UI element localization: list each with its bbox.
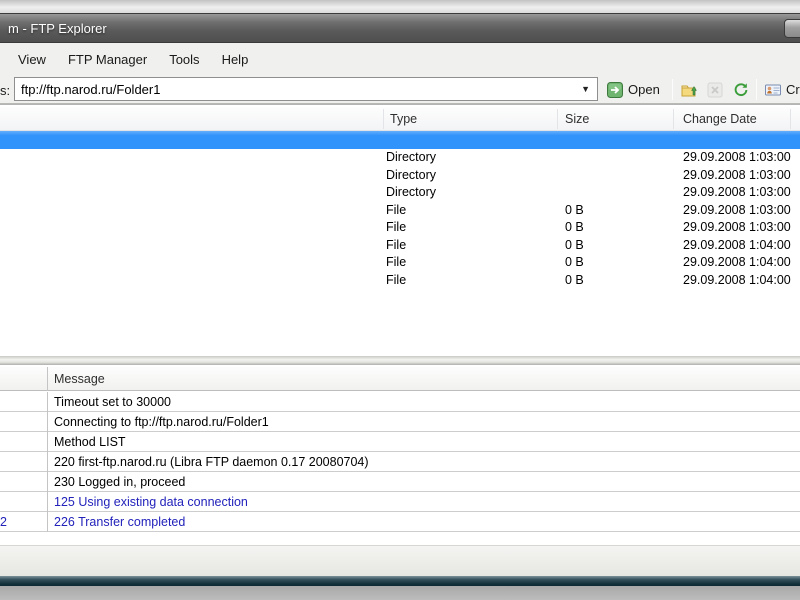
cancel-button xyxy=(702,77,728,102)
up-folder-button[interactable] xyxy=(676,77,702,102)
log-cell-message: 125 Using existing data connection xyxy=(54,495,248,509)
create-label: Cr xyxy=(786,82,800,97)
create-button[interactable]: Cr xyxy=(760,77,800,102)
file-rows: Directory 29.09.2008 1:03:00 Directory 29.0… xyxy=(0,131,800,289)
splitter-handle[interactable] xyxy=(0,356,800,365)
log-cell-left-fragment: 2 xyxy=(0,515,7,529)
window-titlebar[interactable]: m - FTP Explorer xyxy=(0,13,800,43)
file-cell-type: File xyxy=(386,237,407,252)
status-bar xyxy=(0,545,800,576)
log-cell-message: 230 Logged in, proceed xyxy=(54,475,186,489)
log-row[interactable]: 125 Using existing data connection xyxy=(0,492,800,512)
address-toolbar: s: ftp://ftp.narod.ru/Folder1 ▼ Open Cr xyxy=(0,75,800,104)
log-row[interactable]: Connecting to ftp://ftp.narod.ru/Folder1 xyxy=(0,412,800,432)
window-bottom-border xyxy=(0,576,800,586)
contact-card-icon xyxy=(765,84,781,95)
dropdown-arrow-icon[interactable]: ▼ xyxy=(581,84,590,94)
log-rows: Timeout set to 30000 Connecting to ftp://… xyxy=(0,392,800,532)
log-cell-left xyxy=(0,492,48,512)
refresh-icon xyxy=(734,82,748,96)
file-cell-type: Directory xyxy=(386,185,437,199)
file-cell-type: File xyxy=(386,272,407,287)
file-row[interactable]: File 0 B 29.09.2008 1:04:00 xyxy=(0,271,800,289)
column-header-type[interactable]: Type xyxy=(390,112,417,126)
toolbar-separator xyxy=(672,79,673,100)
file-row[interactable]: File 0 B 29.09.2008 1:03:00 xyxy=(0,201,800,219)
file-cell-date: 29.09.2008 1:03:00 xyxy=(683,167,791,182)
menu-tools[interactable]: Tools xyxy=(158,48,210,71)
log-cell-message: Connecting to ftp://ftp.narod.ru/Folder1 xyxy=(54,415,269,429)
file-cell-type: Directory xyxy=(386,150,437,164)
open-icon xyxy=(607,81,623,98)
address-value[interactable]: ftp://ftp.narod.ru/Folder1 xyxy=(21,82,160,97)
file-cell-date: 29.09.2008 1:03:00 xyxy=(683,220,791,234)
log-cell-left xyxy=(0,452,48,472)
log-cell-left xyxy=(0,412,48,432)
file-cell-date: 29.09.2008 1:04:00 xyxy=(683,255,791,269)
screen: m - FTP Explorer View FTP Manager Tools … xyxy=(0,0,800,600)
file-cell-date: 29.09.2008 1:03:00 xyxy=(683,202,791,217)
file-cell-date: 29.09.2008 1:03:00 xyxy=(683,150,791,164)
file-cell-type: File xyxy=(386,255,407,269)
refresh-button[interactable] xyxy=(728,77,754,102)
minimize-button[interactable] xyxy=(784,19,800,38)
log-row[interactable]: Method LIST xyxy=(0,432,800,452)
file-row[interactable]: Directory 29.09.2008 1:03:00 xyxy=(0,166,800,184)
file-cell-size: 0 B xyxy=(565,220,584,234)
folder-up-icon xyxy=(681,85,697,96)
cancel-icon xyxy=(707,82,723,97)
file-cell-size: 0 B xyxy=(565,272,584,287)
address-combobox[interactable]: ftp://ftp.narod.ru/Folder1 ▼ xyxy=(14,77,598,101)
log-row[interactable]: 220 first-ftp.narod.ru (Libra FTP daemon… xyxy=(0,452,800,472)
window-title: m - FTP Explorer xyxy=(8,21,107,36)
log-cell-message: Timeout set to 30000 xyxy=(54,395,171,409)
open-label: Open xyxy=(628,82,660,97)
file-row[interactable]: File 0 B 29.09.2008 1:03:00 xyxy=(0,219,800,237)
log-panel: Message Timeout set to 30000 Connecting t… xyxy=(0,365,800,545)
file-cell-date: 29.09.2008 1:04:00 xyxy=(683,272,791,287)
log-row[interactable]: 230 Logged in, proceed xyxy=(0,472,800,492)
column-header-change-date[interactable]: Change Date xyxy=(683,112,757,126)
file-row[interactable]: File 0 B 29.09.2008 1:04:00 xyxy=(0,254,800,272)
log-cell-message: 226 Transfer completed xyxy=(54,515,186,529)
log-column-left xyxy=(0,367,48,391)
file-cell-size: 0 B xyxy=(565,202,584,217)
menu-bar: View FTP Manager Tools Help xyxy=(0,43,800,75)
log-cell-message: Method LIST xyxy=(54,435,126,449)
log-cell-left: 2 xyxy=(0,512,48,532)
menu-view[interactable]: View xyxy=(7,48,57,71)
desktop-background-top xyxy=(0,0,800,13)
menu-ftp-manager[interactable]: FTP Manager xyxy=(57,48,158,71)
file-list: Type Size Change Date Directory 29.09.200… xyxy=(0,105,800,356)
file-row-selected[interactable] xyxy=(0,131,800,149)
file-cell-date: 29.09.2008 1:03:00 xyxy=(683,185,791,199)
file-row[interactable]: Directory 29.09.2008 1:03:00 xyxy=(0,149,800,167)
file-list-header[interactable]: Type Size Change Date xyxy=(0,107,800,131)
log-cell-left xyxy=(0,472,48,492)
desktop-background-bottom xyxy=(0,586,800,600)
file-row[interactable]: Directory 29.09.2008 1:03:00 xyxy=(0,184,800,202)
log-cell-left xyxy=(0,392,48,412)
file-cell-type: File xyxy=(386,202,407,217)
column-header-message[interactable]: Message xyxy=(54,372,105,386)
file-cell-size: 0 B xyxy=(565,237,584,252)
column-header-size[interactable]: Size xyxy=(565,112,589,126)
menu-help[interactable]: Help xyxy=(211,48,260,71)
file-cell-date: 29.09.2008 1:04:00 xyxy=(683,237,791,252)
log-cell-message: 220 first-ftp.narod.ru (Libra FTP daemon… xyxy=(54,455,369,469)
open-button[interactable]: Open xyxy=(602,77,665,102)
log-row[interactable]: 2 226 Transfer completed xyxy=(0,512,800,532)
file-cell-size: 0 B xyxy=(565,255,584,269)
file-cell-type: Directory xyxy=(386,167,437,182)
file-cell-type: File xyxy=(386,220,407,234)
toolbar-separator xyxy=(756,79,757,100)
address-label: s: xyxy=(0,83,11,98)
log-header[interactable]: Message xyxy=(0,367,800,391)
log-cell-left xyxy=(0,432,48,452)
log-row[interactable]: Timeout set to 30000 xyxy=(0,392,800,412)
file-row[interactable]: File 0 B 29.09.2008 1:04:00 xyxy=(0,236,800,254)
